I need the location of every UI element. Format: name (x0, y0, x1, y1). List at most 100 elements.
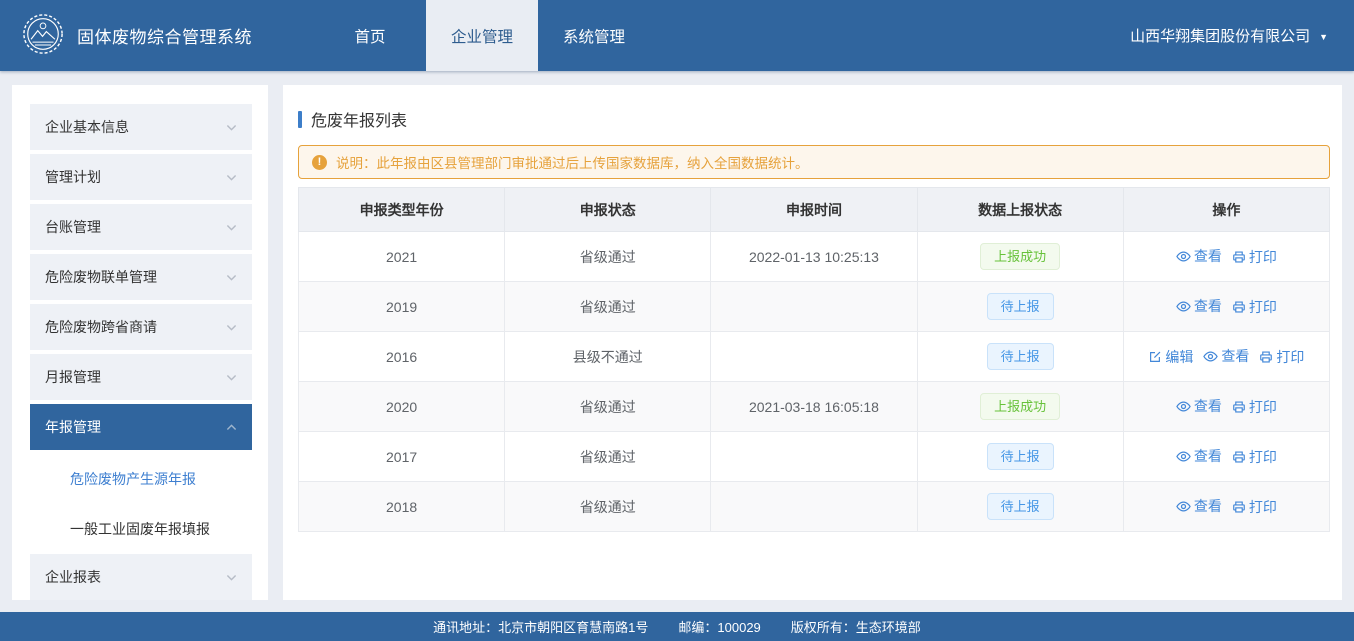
cell-status: 省级通过 (505, 282, 711, 332)
sidebar-subitem-6-0[interactable]: 危险废物产生源年报 (30, 454, 252, 504)
sidebar-item-label: 企业基本信息 (45, 117, 129, 137)
chevron-down-icon (225, 221, 238, 234)
sidebar-item-label: 管理计划 (45, 167, 101, 187)
column-header: 操作 (1123, 188, 1329, 232)
cell-upload-status: 待上报 (917, 282, 1123, 332)
action-eye[interactable]: 查看 (1176, 246, 1222, 266)
sidebar-item-label: 年报管理 (45, 417, 101, 437)
action-printer[interactable]: 打印 (1232, 297, 1277, 317)
page-layout: 企业基本信息管理计划台账管理危险废物联单管理危险废物跨省商请月报管理年报管理危险… (0, 71, 1354, 600)
eye-icon (1203, 349, 1218, 364)
action-label: 查看 (1221, 346, 1249, 366)
column-header: 申报类型年份 (299, 188, 505, 232)
eye-icon (1176, 399, 1191, 414)
action-eye[interactable]: 查看 (1176, 396, 1222, 416)
upload-status-badge[interactable]: 待上报 (987, 293, 1054, 320)
notice-text: 说明：此年报由区县管理部门审批通过后上传国家数据库，纳入全国数据统计。 (336, 152, 809, 172)
action-label: 打印 (1249, 397, 1277, 417)
company-name: 山西华翔集团股份有限公司 (1130, 25, 1310, 46)
page-footer: 通讯地址：北京市朝阳区育慧南路1号 邮编：100029 版权所有：生态环境部 (0, 612, 1354, 641)
nav-tab-2[interactable]: 系统管理 (538, 0, 650, 71)
upload-status-badge[interactable]: 待上报 (987, 443, 1054, 470)
notice-banner: ! 说明：此年报由区县管理部门审批通过后上传国家数据库，纳入全国数据统计。 (298, 145, 1330, 179)
chevron-down-icon: ▼ (1319, 32, 1328, 42)
action-label: 查看 (1194, 496, 1222, 516)
table-header-row: 申报类型年份申报状态申报时间数据上报状态操作 (299, 188, 1330, 232)
sidebar-item-label: 台账管理 (45, 217, 101, 237)
sidebar-item-1[interactable]: 管理计划 (30, 154, 252, 200)
sidebar-item-label: 危险废物跨省商请 (45, 317, 157, 337)
action-eye[interactable]: 查看 (1176, 496, 1222, 516)
nav-tab-0[interactable]: 首页 (314, 0, 426, 71)
action-edit[interactable]: 编辑 (1148, 347, 1193, 367)
cell-actions: 查看 打印 (1123, 232, 1329, 282)
action-printer[interactable]: 打印 (1232, 397, 1277, 417)
sidebar-item-5[interactable]: 月报管理 (30, 354, 252, 400)
sidebar-item-7[interactable]: 企业报表 (30, 554, 252, 600)
printer-icon (1232, 500, 1246, 514)
upload-status-badge[interactable]: 待上报 (987, 343, 1054, 370)
cell-actions: 查看 打印 (1123, 382, 1329, 432)
title-accent-bar (298, 111, 302, 128)
annual-report-table: 申报类型年份申报状态申报时间数据上报状态操作 2021省级通过2022-01-1… (298, 187, 1330, 532)
brand: 固体废物综合管理系统 (0, 0, 252, 71)
footer-copyright: 版权所有：生态环境部 (791, 617, 921, 636)
eye-icon (1176, 449, 1191, 464)
action-eye[interactable]: 查看 (1176, 446, 1222, 466)
printer-icon (1259, 350, 1273, 364)
chevron-down-icon (225, 121, 238, 134)
action-printer[interactable]: 打印 (1232, 447, 1277, 467)
action-printer[interactable]: 打印 (1259, 347, 1304, 367)
chevron-down-icon (225, 371, 238, 384)
nav-spacer (650, 0, 1130, 71)
sidebar-item-label: 月报管理 (45, 367, 101, 387)
chevron-down-icon (225, 321, 238, 334)
table-row: 2019省级通过待上报查看打印 (299, 282, 1330, 332)
action-label: 打印 (1249, 247, 1277, 267)
sidebar-item-6[interactable]: 年报管理 (30, 404, 252, 450)
company-dropdown[interactable]: 山西华翔集团股份有限公司 ▼ (1130, 0, 1354, 71)
sidebar-item-0[interactable]: 企业基本信息 (30, 104, 252, 150)
cell-year: 2018 (299, 482, 505, 532)
action-printer[interactable]: 打印 (1232, 497, 1277, 517)
cell-status: 省级通过 (505, 432, 711, 482)
cell-year: 2020 (299, 382, 505, 432)
sidebar-subitem-6-1[interactable]: 一般工业固废年报填报 (30, 504, 252, 554)
upload-status-badge: 上报成功 (980, 243, 1060, 270)
action-label: 打印 (1249, 497, 1277, 517)
action-label: 查看 (1194, 246, 1222, 266)
cell-status: 省级通过 (505, 232, 711, 282)
sidebar-item-4[interactable]: 危险废物跨省商请 (30, 304, 252, 350)
edit-icon (1148, 350, 1162, 364)
table-row: 2017省级通过 待上报 查看打印 (299, 432, 1330, 482)
main-content: 危废年报列表 ! 说明：此年报由区县管理部门审批通过后上传国家数据库，纳入全国数… (283, 85, 1342, 600)
column-header: 申报状态 (505, 188, 711, 232)
eye-icon (1176, 249, 1191, 264)
action-eye[interactable]: 查看 (1203, 346, 1249, 366)
chevron-down-icon (225, 571, 238, 584)
cell-actions: 编辑 查看打印 (1123, 332, 1329, 382)
action-printer[interactable]: 打印 (1232, 247, 1277, 267)
page-title-row: 危废年报列表 (298, 107, 1330, 131)
mee-emblem-icon (22, 13, 64, 58)
upload-status-badge: 上报成功 (980, 393, 1060, 420)
printer-icon (1232, 250, 1246, 264)
cell-upload-status: 上报成功 (917, 232, 1123, 282)
sidebar-item-3[interactable]: 危险废物联单管理 (30, 254, 252, 300)
action-eye[interactable]: 查看 (1176, 296, 1222, 316)
cell-upload-status: 待上报 (917, 432, 1123, 482)
table-row: 2021省级通过2022-01-13 10:25:13上报成功查看打印 (299, 232, 1330, 282)
cell-year: 2017 (299, 432, 505, 482)
top-navbar: 固体废物综合管理系统 首页企业管理系统管理 山西华翔集团股份有限公司 ▼ (0, 0, 1354, 71)
upload-status-badge[interactable]: 待上报 (987, 493, 1054, 520)
action-label: 查看 (1194, 396, 1222, 416)
page-title: 危废年报列表 (311, 107, 407, 131)
nav-tab-1[interactable]: 企业管理 (426, 0, 538, 71)
table-row: 2016县级不通过待上报编辑查看打印 (299, 332, 1330, 382)
cell-time (711, 432, 917, 482)
main-nav: 首页企业管理系统管理 (314, 0, 650, 71)
footer-address: 通讯地址：北京市朝阳区育慧南路1号 (433, 617, 648, 636)
sidebar-item-2[interactable]: 台账管理 (30, 204, 252, 250)
printer-icon (1232, 400, 1246, 414)
sidebar: 企业基本信息管理计划台账管理危险废物联单管理危险废物跨省商请月报管理年报管理危险… (12, 85, 268, 600)
